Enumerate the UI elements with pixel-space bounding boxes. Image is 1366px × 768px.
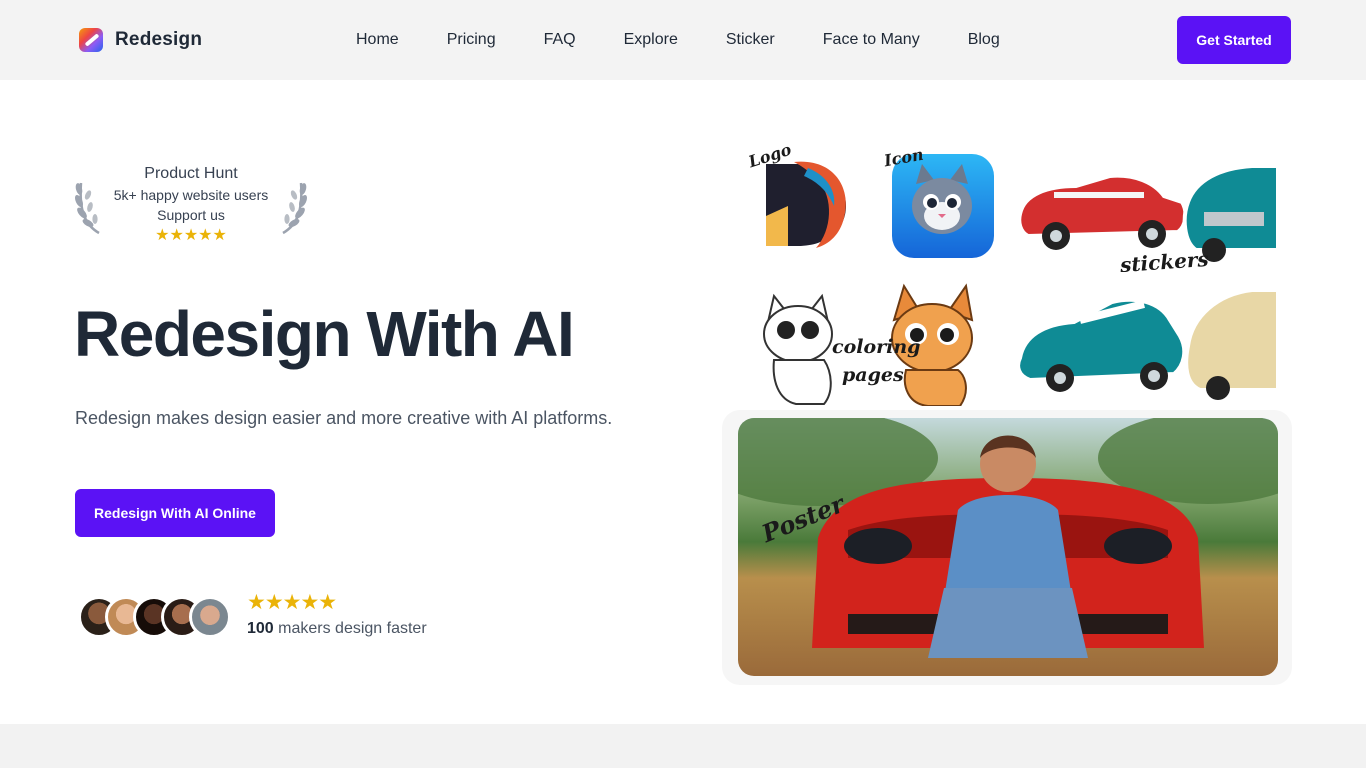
- makers-count: 100: [247, 620, 274, 637]
- nav-link-faq[interactable]: FAQ: [544, 30, 576, 50]
- laurel-left-icon: [75, 182, 100, 235]
- sticker-example-image: stickers: [1014, 146, 1278, 272]
- nav-link-pricing[interactable]: Pricing: [447, 30, 496, 50]
- brand-link[interactable]: Redesign: [79, 28, 202, 52]
- nav-link-explore[interactable]: Explore: [624, 30, 678, 50]
- get-started-button[interactable]: Get Started: [1177, 16, 1291, 64]
- showcase-collage: Logo Icon stickers coloring pages Poster: [722, 140, 1292, 685]
- nav-link-home[interactable]: Home: [356, 30, 399, 50]
- product-hunt-badge[interactable]: Product Hunt 5k+ happy website users Sup…: [75, 163, 307, 251]
- makers-caption: makers design faster: [273, 620, 427, 637]
- pages-label: pages: [842, 364, 904, 386]
- social-proof-text: 100 makers design faster: [247, 619, 427, 639]
- main-nav: Home Pricing FAQ Explore Sticker Face to…: [356, 30, 1000, 50]
- hero-subtitle: Redesign makes design easier and more cr…: [75, 408, 613, 428]
- brand-logo-icon: [79, 28, 103, 52]
- coloring-label: coloring: [832, 336, 921, 358]
- nav-link-blog[interactable]: Blog: [968, 30, 1000, 50]
- poster-illustration: [738, 418, 1278, 658]
- nav-link-sticker[interactable]: Sticker: [726, 30, 775, 50]
- logo-example-image: Logo: [748, 146, 878, 256]
- navbar: Redesign Home Pricing FAQ Explore Sticke…: [0, 0, 1366, 80]
- social-star-rating: ★★★★★: [247, 591, 337, 614]
- next-section-band: [0, 724, 1366, 768]
- poster-example-image: Poster: [738, 418, 1278, 676]
- redesign-online-button[interactable]: Redesign With AI Online: [75, 489, 275, 537]
- laurel-right-icon: [282, 182, 307, 235]
- sticker-example-image-2: [1014, 280, 1278, 406]
- avatar: [189, 596, 231, 638]
- hero-title: Redesign With AI: [74, 298, 575, 370]
- brand-name: Redesign: [115, 29, 203, 50]
- nav-link-face-to-many[interactable]: Face to Many: [823, 30, 920, 50]
- avatar-group: [78, 596, 238, 638]
- icon-example-image: Icon: [882, 144, 1002, 262]
- coloring-example-image: coloring pages: [744, 274, 1006, 406]
- sticker-cars-illustration-2: [1016, 288, 1278, 400]
